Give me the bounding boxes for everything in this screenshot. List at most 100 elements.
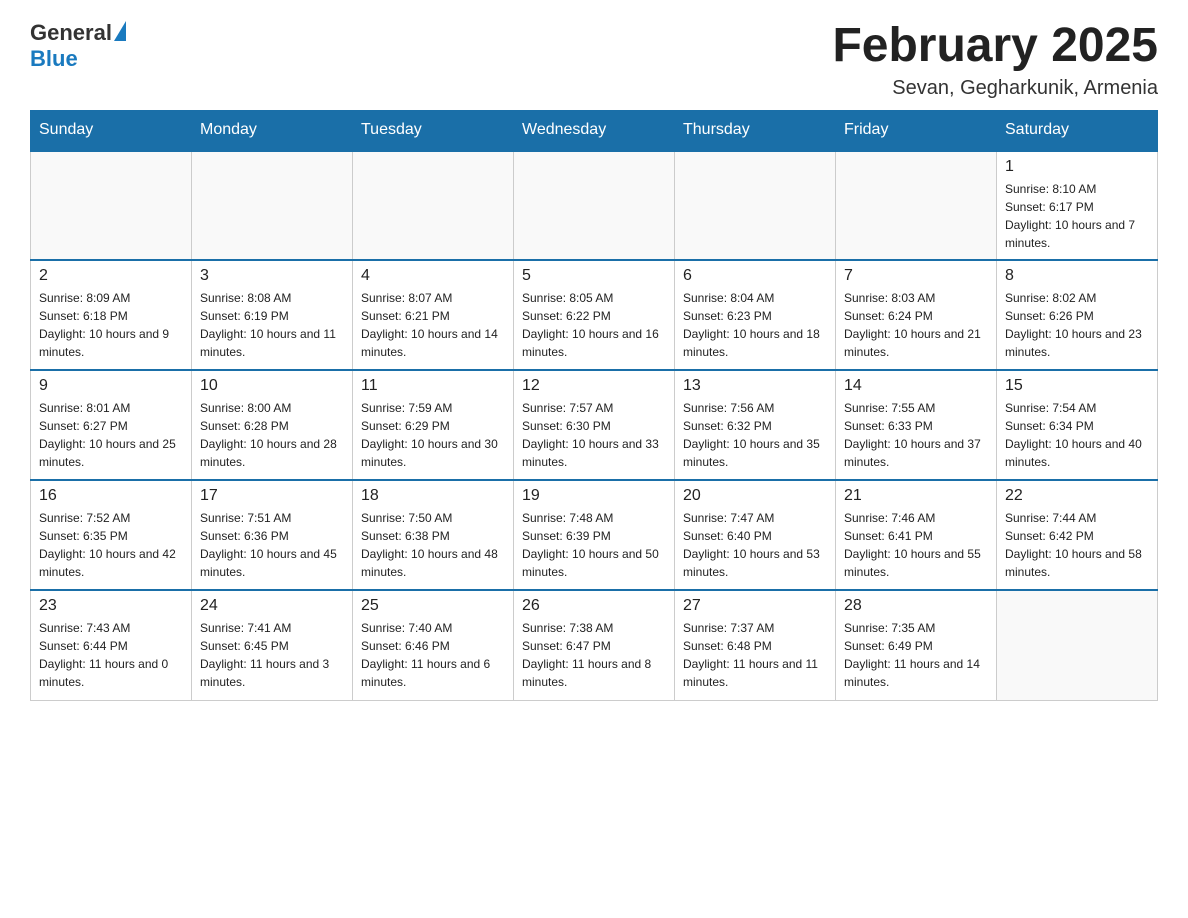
day-number: 16 [39, 487, 183, 505]
calendar-week-row: 1 Sunrise: 8:10 AM Sunset: 6:17 PM Daylig… [31, 150, 1158, 260]
calendar-cell [192, 150, 353, 260]
day-info: Sunrise: 7:37 AM Sunset: 6:48 PM Dayligh… [683, 619, 827, 691]
calendar-cell: 21 Sunrise: 7:46 AM Sunset: 6:41 PM Dayli… [836, 480, 997, 590]
day-number: 6 [683, 267, 827, 285]
calendar-week-row: 2Sunrise: 8:09 AM Sunset: 6:18 PM Daylig… [31, 260, 1158, 370]
day-info: Sunrise: 7:59 AM Sunset: 6:29 PM Dayligh… [361, 399, 505, 471]
calendar-cell: 3 Sunrise: 8:08 AM Sunset: 6:19 PM Daylig… [192, 260, 353, 370]
day-number: 26 [522, 597, 666, 615]
calendar-cell: 9Sunrise: 8:01 AM Sunset: 6:27 PM Daylig… [31, 370, 192, 480]
calendar-cell: 13 Sunrise: 7:56 AM Sunset: 6:32 PM Dayli… [675, 370, 836, 480]
day-header-friday: Friday [836, 110, 997, 150]
calendar-cell: 6 Sunrise: 8:04 AM Sunset: 6:23 PM Daylig… [675, 260, 836, 370]
month-title: February 2025 [832, 20, 1158, 73]
logo-triangle-icon [114, 21, 126, 41]
day-number: 2 [39, 267, 183, 285]
day-number: 28 [844, 597, 988, 615]
location-subtitle: Sevan, Gegharkunik, Armenia [832, 77, 1158, 100]
day-number: 3 [200, 267, 344, 285]
day-number: 23 [39, 597, 183, 615]
day-info: Sunrise: 7:55 AM Sunset: 6:33 PM Dayligh… [844, 399, 988, 471]
day-number: 24 [200, 597, 344, 615]
day-number: 13 [683, 377, 827, 395]
day-info: Sunrise: 7:40 AM Sunset: 6:46 PM Dayligh… [361, 619, 505, 691]
calendar-cell: 18 Sunrise: 7:50 AM Sunset: 6:38 PM Dayli… [353, 480, 514, 590]
calendar-cell [675, 150, 836, 260]
day-header-thursday: Thursday [675, 110, 836, 150]
day-number: 18 [361, 487, 505, 505]
day-info: Sunrise: 7:44 AM Sunset: 6:42 PM Dayligh… [1005, 509, 1149, 581]
calendar-week-row: 9Sunrise: 8:01 AM Sunset: 6:27 PM Daylig… [31, 370, 1158, 480]
calendar-cell: 25 Sunrise: 7:40 AM Sunset: 6:46 PM Dayli… [353, 590, 514, 700]
day-number: 20 [683, 487, 827, 505]
day-info: Sunrise: 8:04 AM Sunset: 6:23 PM Dayligh… [683, 289, 827, 361]
day-number: 4 [361, 267, 505, 285]
day-number: 12 [522, 377, 666, 395]
calendar-cell: 12 Sunrise: 7:57 AM Sunset: 6:30 PM Dayli… [514, 370, 675, 480]
calendar-cell: 19 Sunrise: 7:48 AM Sunset: 6:39 PM Dayli… [514, 480, 675, 590]
calendar-cell: 27 Sunrise: 7:37 AM Sunset: 6:48 PM Dayli… [675, 590, 836, 700]
day-number: 14 [844, 377, 988, 395]
logo-blue-text: Blue [30, 46, 126, 72]
calendar-cell: 20 Sunrise: 7:47 AM Sunset: 6:40 PM Dayli… [675, 480, 836, 590]
day-header-monday: Monday [192, 110, 353, 150]
day-number: 25 [361, 597, 505, 615]
day-header-tuesday: Tuesday [353, 110, 514, 150]
day-info: Sunrise: 7:46 AM Sunset: 6:41 PM Dayligh… [844, 509, 988, 581]
day-info: Sunrise: 7:54 AM Sunset: 6:34 PM Dayligh… [1005, 399, 1149, 471]
day-info: Sunrise: 7:50 AM Sunset: 6:38 PM Dayligh… [361, 509, 505, 581]
logo-general-text: General [30, 20, 112, 46]
day-number: 27 [683, 597, 827, 615]
day-info: Sunrise: 8:00 AM Sunset: 6:28 PM Dayligh… [200, 399, 344, 471]
day-info: Sunrise: 7:35 AM Sunset: 6:49 PM Dayligh… [844, 619, 988, 691]
title-area: February 2025 Sevan, Gegharkunik, Armeni… [832, 20, 1158, 100]
day-info: Sunrise: 7:38 AM Sunset: 6:47 PM Dayligh… [522, 619, 666, 691]
day-number: 22 [1005, 487, 1149, 505]
calendar-cell: 2Sunrise: 8:09 AM Sunset: 6:18 PM Daylig… [31, 260, 192, 370]
calendar-cell: 11 Sunrise: 7:59 AM Sunset: 6:29 PM Dayli… [353, 370, 514, 480]
day-number: 10 [200, 377, 344, 395]
day-header-wednesday: Wednesday [514, 110, 675, 150]
calendar-cell [836, 150, 997, 260]
day-number: 9 [39, 377, 183, 395]
page-header: General Blue February 2025 Sevan, Geghar… [30, 20, 1158, 100]
day-info: Sunrise: 7:48 AM Sunset: 6:39 PM Dayligh… [522, 509, 666, 581]
calendar-cell: 10 Sunrise: 8:00 AM Sunset: 6:28 PM Dayli… [192, 370, 353, 480]
calendar-cell: 26 Sunrise: 7:38 AM Sunset: 6:47 PM Dayli… [514, 590, 675, 700]
day-info: Sunrise: 7:56 AM Sunset: 6:32 PM Dayligh… [683, 399, 827, 471]
day-info: Sunrise: 8:07 AM Sunset: 6:21 PM Dayligh… [361, 289, 505, 361]
calendar-week-row: 23 Sunrise: 7:43 AM Sunset: 6:44 PM Dayli… [31, 590, 1158, 700]
day-number: 11 [361, 377, 505, 395]
day-number: 21 [844, 487, 988, 505]
calendar-cell [514, 150, 675, 260]
calendar-cell: 7 Sunrise: 8:03 AM Sunset: 6:24 PM Daylig… [836, 260, 997, 370]
calendar-cell: 8 Sunrise: 8:02 AM Sunset: 6:26 PM Daylig… [997, 260, 1158, 370]
day-header-saturday: Saturday [997, 110, 1158, 150]
day-number: 19 [522, 487, 666, 505]
calendar-cell: 15 Sunrise: 7:54 AM Sunset: 6:34 PM Dayli… [997, 370, 1158, 480]
day-info: Sunrise: 8:03 AM Sunset: 6:24 PM Dayligh… [844, 289, 988, 361]
calendar-cell: 16 Sunrise: 7:52 AM Sunset: 6:35 PM Dayli… [31, 480, 192, 590]
day-info: Sunrise: 8:08 AM Sunset: 6:19 PM Dayligh… [200, 289, 344, 361]
calendar-cell: 14 Sunrise: 7:55 AM Sunset: 6:33 PM Dayli… [836, 370, 997, 480]
day-info: Sunrise: 8:02 AM Sunset: 6:26 PM Dayligh… [1005, 289, 1149, 361]
day-info: Sunrise: 7:43 AM Sunset: 6:44 PM Dayligh… [39, 619, 183, 691]
calendar-cell: 17 Sunrise: 7:51 AM Sunset: 6:36 PM Dayli… [192, 480, 353, 590]
calendar-cell: 24Sunrise: 7:41 AM Sunset: 6:45 PM Dayli… [192, 590, 353, 700]
calendar-cell [353, 150, 514, 260]
day-info: Sunrise: 7:51 AM Sunset: 6:36 PM Dayligh… [200, 509, 344, 581]
day-info: Sunrise: 7:57 AM Sunset: 6:30 PM Dayligh… [522, 399, 666, 471]
day-info: Sunrise: 7:47 AM Sunset: 6:40 PM Dayligh… [683, 509, 827, 581]
day-number: 1 [1005, 158, 1149, 176]
day-info: Sunrise: 7:52 AM Sunset: 6:35 PM Dayligh… [39, 509, 183, 581]
day-info: Sunrise: 8:10 AM Sunset: 6:17 PM Dayligh… [1005, 180, 1149, 252]
day-number: 17 [200, 487, 344, 505]
day-number: 8 [1005, 267, 1149, 285]
day-number: 7 [844, 267, 988, 285]
calendar-cell [31, 150, 192, 260]
day-info: Sunrise: 8:05 AM Sunset: 6:22 PM Dayligh… [522, 289, 666, 361]
day-number: 15 [1005, 377, 1149, 395]
calendar-cell: 28 Sunrise: 7:35 AM Sunset: 6:49 PM Dayli… [836, 590, 997, 700]
calendar-header-row: SundayMondayTuesdayWednesdayThursdayFrid… [31, 110, 1158, 150]
calendar-cell: 4 Sunrise: 8:07 AM Sunset: 6:21 PM Daylig… [353, 260, 514, 370]
